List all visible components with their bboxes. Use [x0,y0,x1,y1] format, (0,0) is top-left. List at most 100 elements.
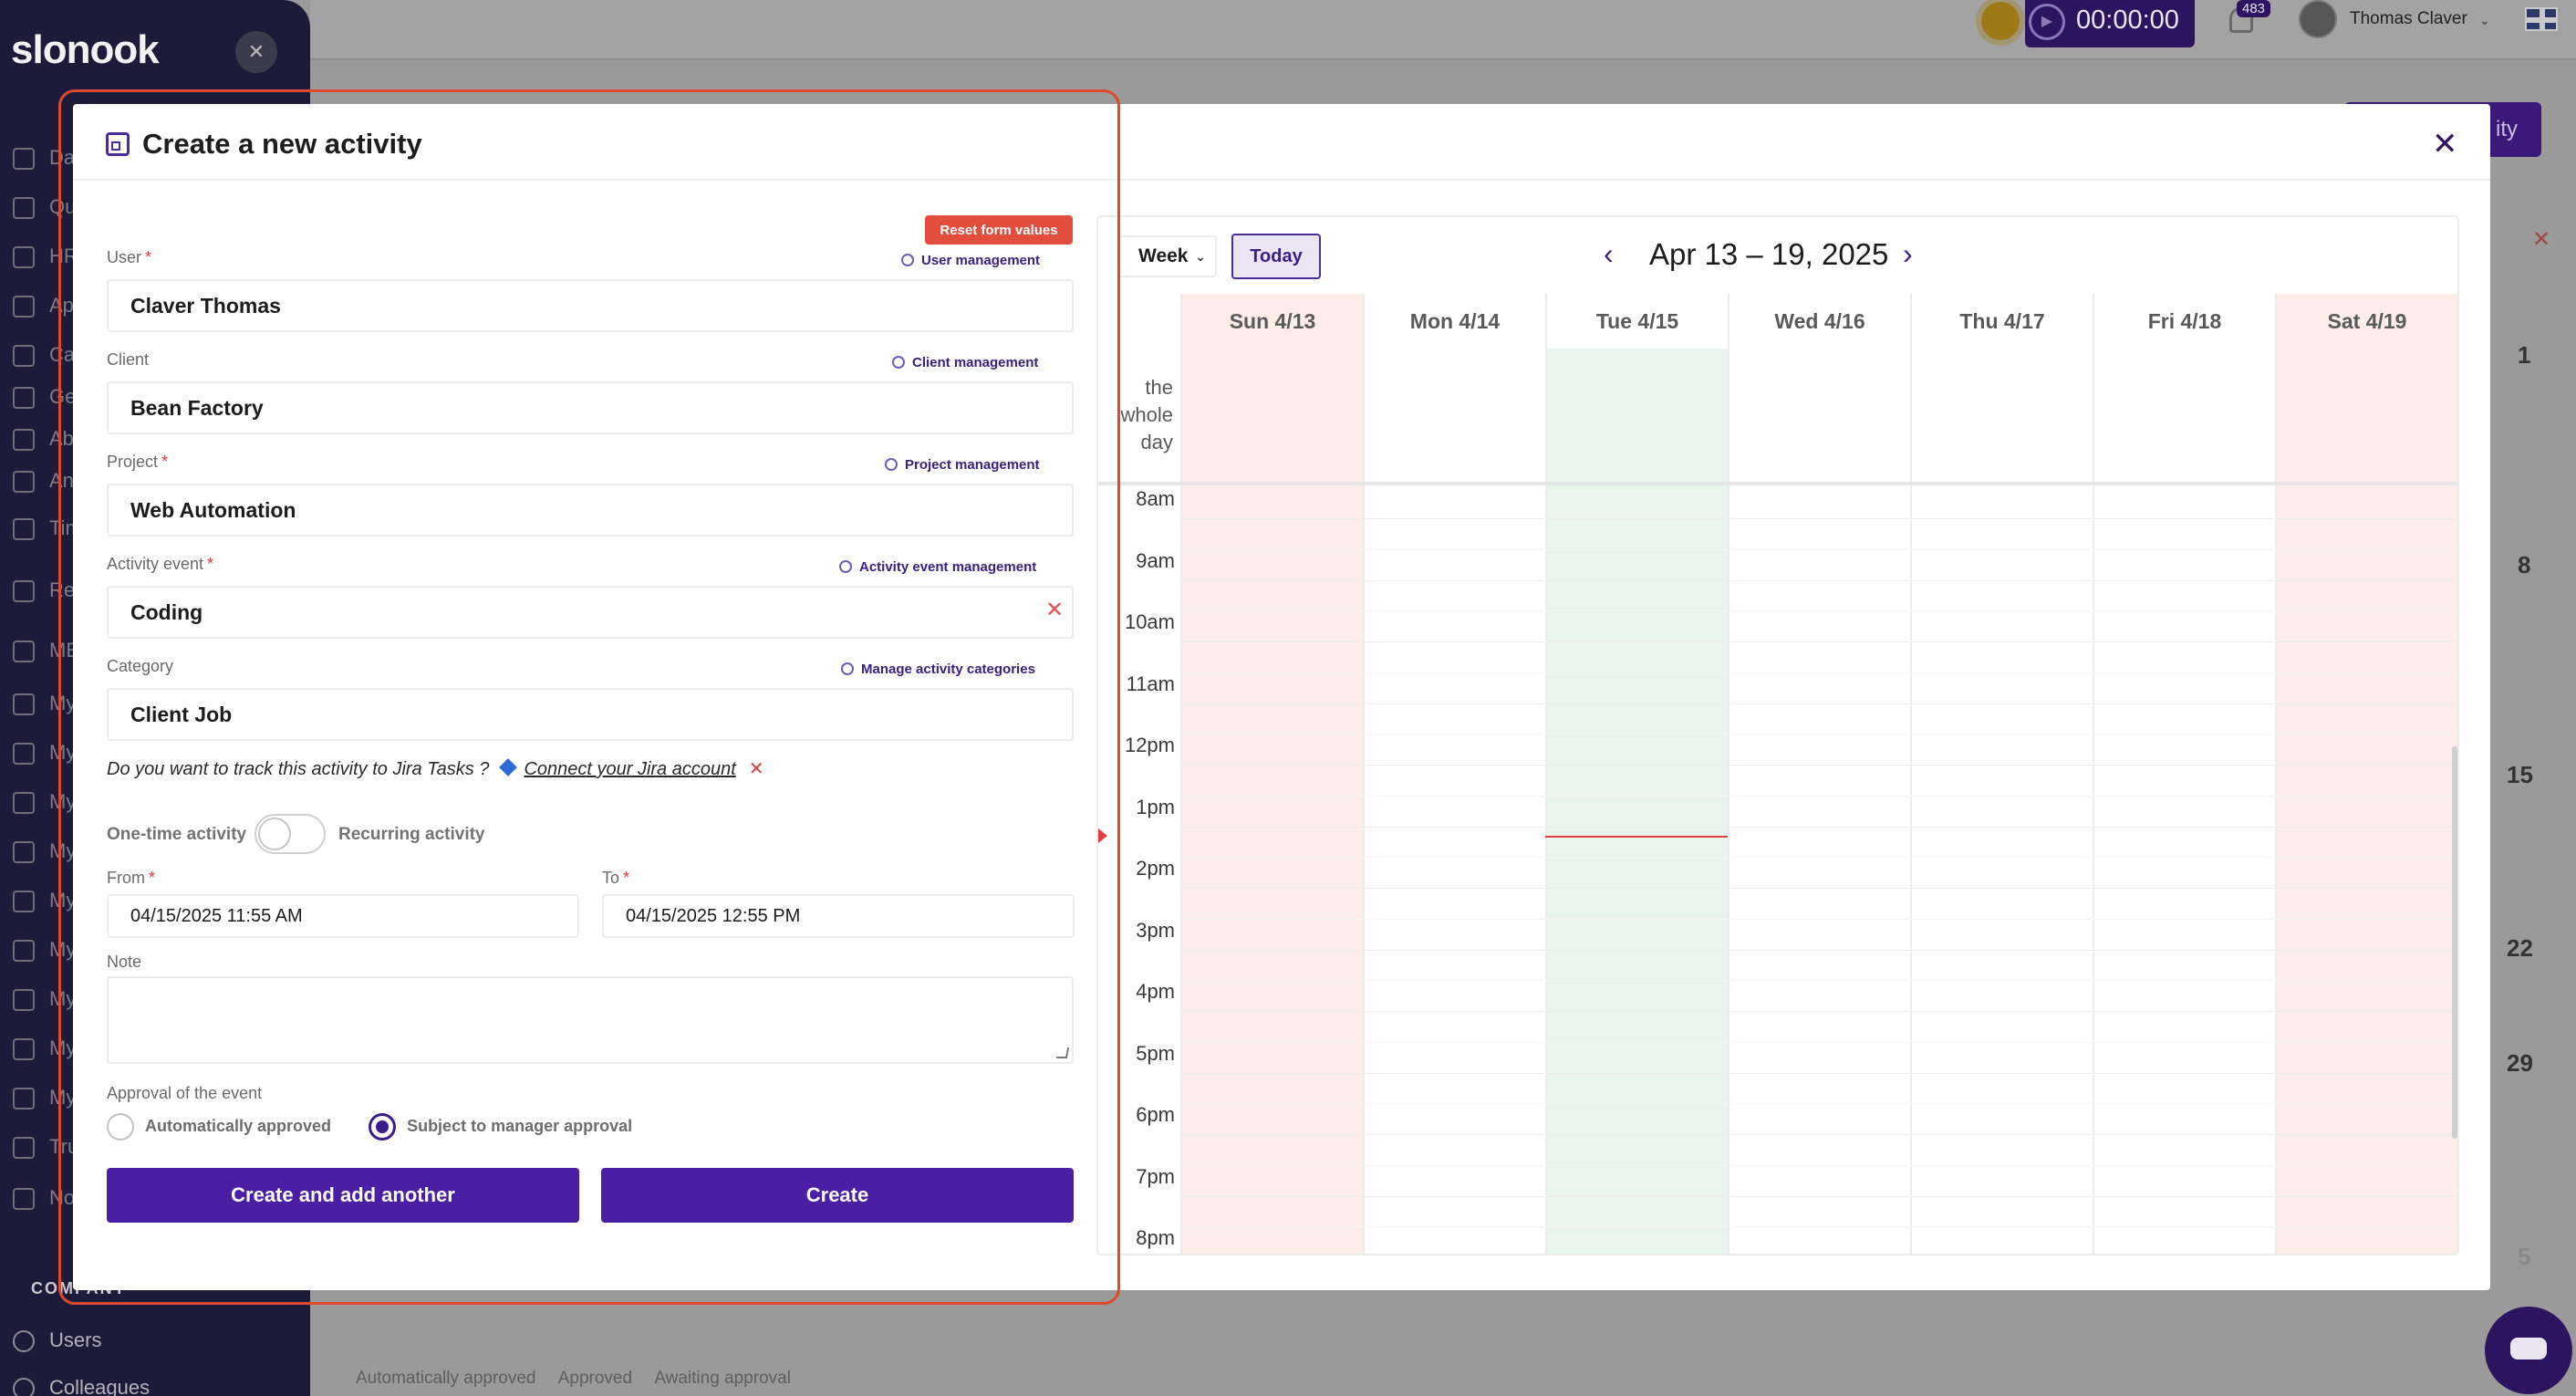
hour-label: 7pm [1136,1164,1175,1188]
chevron-down-icon[interactable]: ⌄ [2479,13,2490,28]
activity-event-label: Activity event * [107,555,214,573]
category-select[interactable]: Client Job [107,688,1074,741]
note-textarea[interactable] [107,976,1074,1064]
gear-icon [839,560,852,573]
sidebar-item-icon [13,841,35,864]
client-select[interactable]: Bean Factory [107,381,1074,434]
clear-icon[interactable]: ✕ [1045,597,1064,623]
create-and-add-another-button[interactable]: Create and add another [107,1168,579,1223]
bg-day-number: 8 [2518,551,2531,578]
project-management-link[interactable]: Project management [885,457,1040,473]
legend-awaiting: Awaiting approval [654,1369,791,1388]
hour-gridline [1182,888,2457,889]
uk-flag-icon[interactable] [2525,7,2558,31]
sidebar-item-label: My [49,987,77,1010]
dismiss-jira-icon[interactable]: ✕ [749,759,764,779]
sidebar-item-label: Da [49,146,76,169]
hour-gridline [1182,703,2457,704]
hour-gridline [1182,641,2457,642]
note-label: Note [107,953,142,971]
sidebar-item-icon [13,387,35,410]
hour-label: 8pm [1136,1226,1175,1249]
sidebar-item-icon [13,940,35,963]
view-select[interactable]: Week ⌄ [1118,235,1217,277]
manage-categories-link[interactable]: Manage activity categories [841,662,1035,677]
activity-event-management-link[interactable]: Activity event management [839,559,1036,575]
user-name[interactable]: Thomas Claver [2350,9,2467,29]
today-button[interactable]: Today [1231,234,1321,279]
sidebar-item-colleagues[interactable]: Colleagues [13,1376,150,1396]
client-management-link[interactable]: Client management [892,355,1038,370]
prev-week-icon[interactable]: ‹ [1604,237,1614,271]
day-header: Sun 4/13 [1182,294,1365,349]
timer-value: 00:00:00 [2076,5,2179,35]
half-hour-gridline [1182,1164,2457,1166]
user-label: User * [107,248,152,266]
jira-icon [499,758,518,776]
sun-icon[interactable] [1981,2,2020,40]
sidebar-item-label: Qu [49,195,77,218]
close-icon[interactable]: ✕ [2432,126,2458,162]
sidebar-item-users[interactable]: Users [13,1328,101,1353]
sidebar-close-icon[interactable]: ✕ [235,31,277,73]
half-hour-gridline [1182,1226,2457,1228]
hour-gridline [1182,1134,2457,1135]
hour-gridline [1182,1195,2457,1197]
hour-label: 4pm [1136,980,1175,1003]
radio-on-icon[interactable] [369,1113,397,1141]
scrollbar[interactable] [2452,746,2457,1139]
day-header: Wed 4/16 [1729,294,1912,349]
create-button[interactable]: Create [601,1168,1074,1223]
legend-approved: Approved [557,1369,633,1388]
sidebar-item-icon [13,792,35,815]
colleagues-icon [13,1378,35,1396]
one-time-label: One-time activity [107,825,247,844]
jira-prompt: Do you want to track this activity to Ji… [107,758,764,779]
connect-jira-link[interactable]: Connect your Jira account [524,759,735,779]
recurrence-toggle[interactable] [254,814,326,854]
day-header: Mon 4/14 [1365,294,1547,349]
day-header: Sat 4/19 [2277,294,2457,349]
all-day-separator [1098,482,2457,485]
hour-label: 2pm [1136,857,1175,880]
radio-manager-approval[interactable]: Subject to manager approval [369,1113,632,1141]
sidebar-item-icon [13,197,35,220]
play-icon[interactable]: ▶ [2029,4,2065,40]
from-date-input[interactable]: 04/15/2025 11:55 AM [107,894,579,938]
next-week-icon[interactable]: › [1903,237,1913,271]
toggle-knob [258,818,291,850]
gear-icon [892,356,905,369]
sidebar-item-icon [13,1137,35,1160]
sidebar-item-label: My [49,1037,77,1059]
day-header: Tue 4/15 [1547,294,1729,349]
reset-form-button[interactable]: Reset form values [925,215,1073,245]
approval-label: Approval of the event [107,1084,263,1102]
user-management-link[interactable]: User management [901,253,1040,268]
half-hour-gridline [1182,1103,2457,1105]
radio-off-icon[interactable] [107,1113,134,1141]
user-select[interactable]: Claver Thomas [107,279,1074,332]
hour-label: 3pm [1136,918,1175,942]
avatar[interactable] [2299,0,2337,38]
chat-icon[interactable] [2485,1307,2572,1394]
calendar-icon [106,132,130,156]
current-time-line [1545,836,1728,838]
current-time-marker [1098,828,1107,843]
sidebar-item-icon [13,246,35,269]
bg-day-number: 29 [2507,1049,2533,1077]
radio-auto-approved[interactable]: Automatically approved [107,1113,331,1141]
activity-event-select[interactable]: Coding [107,586,1074,639]
chevron-down-icon: ⌄ [1195,249,1206,264]
users-icon [13,1330,35,1353]
hour-label: 10am [1124,610,1175,633]
half-hour-gridline [1182,610,2457,612]
hour-gridline [1182,949,2457,951]
project-select[interactable]: Web Automation [107,484,1074,537]
app-logo: slonook [11,27,160,72]
to-date-input[interactable]: 04/15/2025 12:55 PM [602,894,1075,938]
client-label: Client [107,350,150,369]
resize-grip-icon[interactable] [1055,1047,1070,1058]
half-hour-gridline [1182,548,2457,550]
sidebar-item-icon [13,989,35,1012]
timer-widget[interactable]: ▶ 00:00:00 [2025,0,2195,47]
